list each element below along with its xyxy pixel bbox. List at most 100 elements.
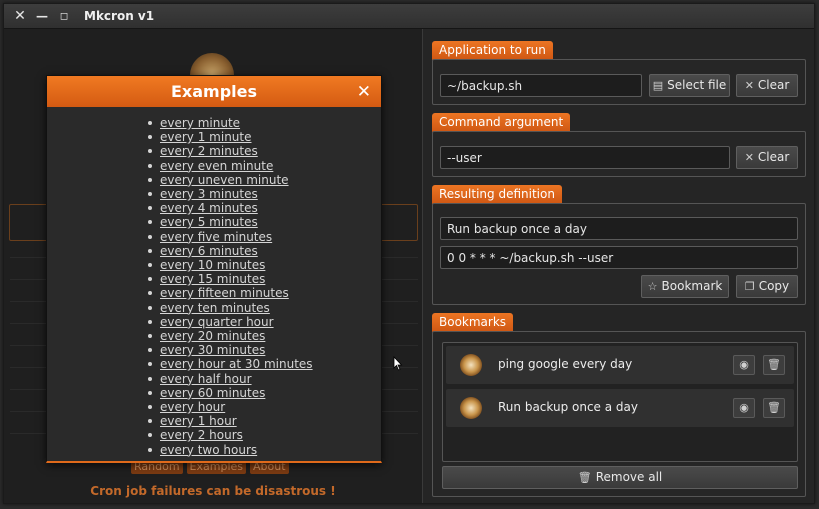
- bookmark-item[interactable]: Run backup once a day ◉ 🗑: [446, 389, 794, 427]
- example-item: every minute: [148, 116, 381, 130]
- trash-icon: 🗑: [767, 358, 781, 371]
- example-link[interactable]: every minute: [160, 116, 240, 130]
- close-icon[interactable]: ✕: [357, 82, 371, 102]
- example-item: every ten minutes: [148, 301, 381, 315]
- example-item: every 1 minute: [148, 130, 381, 144]
- copy-icon: ❐: [744, 280, 755, 293]
- window-minimize-button[interactable]: —: [32, 9, 52, 23]
- clear-label: Clear: [757, 78, 790, 92]
- clear-label: Clear: [757, 150, 790, 164]
- example-link[interactable]: every two hours: [160, 443, 257, 457]
- delete-bookmark-button[interactable]: 🗑: [763, 355, 785, 375]
- example-link[interactable]: every even minute: [160, 159, 273, 173]
- example-link[interactable]: every half hour: [160, 372, 252, 386]
- eye-icon: ◉: [739, 401, 749, 414]
- view-bookmark-button[interactable]: ◉: [733, 398, 755, 418]
- select-file-label: Select file: [667, 78, 727, 92]
- clear-application-button[interactable]: ✕ Clear: [736, 74, 798, 97]
- example-link[interactable]: every fifteen minutes: [160, 286, 289, 300]
- example-link[interactable]: every ten minutes: [160, 301, 270, 315]
- example-link[interactable]: every 2 minutes: [160, 144, 258, 158]
- dialog-header: Examples ✕: [47, 76, 381, 107]
- example-link[interactable]: every 10 minutes: [160, 258, 265, 272]
- mouse-cursor-icon: [393, 356, 403, 371]
- bookmark-label: Bookmark: [661, 279, 723, 293]
- description-field[interactable]: Run backup once a day: [440, 217, 798, 240]
- example-item: every hour at 30 minutes: [148, 357, 381, 371]
- clock-icon: [460, 354, 482, 376]
- argument-section: --user ✕ Clear: [432, 131, 806, 177]
- star-icon: ☆: [647, 280, 658, 293]
- example-item: every 5 minutes: [148, 215, 381, 229]
- example-item: every 60 minutes: [148, 386, 381, 400]
- right-pane: Application to run ~/backup.sh ▤ Select …: [423, 29, 814, 503]
- bookmarks-list: ping google every day ◉ 🗑 Run backup onc…: [442, 342, 798, 462]
- example-link[interactable]: every five minutes: [160, 230, 272, 244]
- result-section: Run backup once a day 0 0 * * * ~/backup…: [432, 203, 806, 305]
- examples-dialog: Examples ✕ every minute every 1 minute eve…: [46, 75, 382, 463]
- bookmarks-section: ping google every day ◉ 🗑 Run backup onc…: [432, 331, 806, 497]
- example-link[interactable]: every 6 minutes: [160, 244, 258, 258]
- example-link[interactable]: every 5 minutes: [160, 215, 258, 229]
- view-bookmark-button[interactable]: ◉: [733, 355, 755, 375]
- application-section: ~/backup.sh ▤ Select file ✕ Clear: [432, 59, 806, 105]
- example-item: every two hours: [148, 443, 381, 457]
- section-title-application: Application to run: [432, 41, 553, 60]
- example-link[interactable]: every 4 minutes: [160, 201, 258, 215]
- bookmark-item[interactable]: ping google every day ◉ 🗑: [446, 346, 794, 384]
- dialog-title: Examples: [170, 82, 258, 101]
- copy-button[interactable]: ❐ Copy: [736, 275, 798, 298]
- example-item: every uneven minute: [148, 173, 381, 187]
- example-item: every 10 minutes: [148, 258, 381, 272]
- trash-icon: 🗑: [767, 401, 781, 414]
- argument-field[interactable]: --user: [440, 146, 730, 169]
- window-maximize-button[interactable]: ◻: [54, 11, 74, 22]
- example-link[interactable]: every hour: [160, 400, 225, 414]
- tagline: Cron job failures can be disastrous !: [90, 484, 336, 498]
- section-title-argument: Command argument: [432, 113, 571, 132]
- example-item: every 2 hours: [148, 428, 381, 442]
- example-link[interactable]: every 15 minutes: [160, 272, 265, 286]
- example-item: every quarter hour: [148, 315, 381, 329]
- window-title: Mkcron v1: [84, 9, 155, 23]
- example-link[interactable]: every quarter hour: [160, 315, 274, 329]
- app-window: ✕ — ◻ Mkcron v1 Random Examples About Cr…: [3, 3, 815, 504]
- example-link[interactable]: every 1 hour: [160, 414, 237, 428]
- clear-argument-button[interactable]: ✕ Clear: [736, 146, 798, 169]
- section-title-bookmarks: Bookmarks: [432, 313, 514, 332]
- example-item: every 6 minutes: [148, 244, 381, 258]
- file-icon: ▤: [652, 79, 664, 92]
- examples-list: every minute every 1 minute every 2 minute…: [47, 107, 381, 457]
- delete-bookmark-button[interactable]: 🗑: [763, 398, 785, 418]
- example-link[interactable]: every hour at 30 minutes: [160, 357, 313, 371]
- definition-field[interactable]: 0 0 * * * ~/backup.sh --user: [440, 246, 798, 269]
- select-file-button[interactable]: ▤ Select file: [649, 74, 730, 97]
- eye-icon: ◉: [739, 358, 749, 371]
- example-link[interactable]: every 30 minutes: [160, 343, 265, 357]
- example-item: every 2 minutes: [148, 144, 381, 158]
- example-link[interactable]: every 20 minutes: [160, 329, 265, 343]
- example-item: every five minutes: [148, 230, 381, 244]
- example-item: every 20 minutes: [148, 329, 381, 343]
- example-link[interactable]: every 1 minute: [160, 130, 252, 144]
- copy-label: Copy: [758, 279, 790, 293]
- application-field[interactable]: ~/backup.sh: [440, 74, 642, 97]
- title-bar: ✕ — ◻ Mkcron v1: [4, 4, 814, 29]
- example-item: every 1 hour: [148, 414, 381, 428]
- window-close-button[interactable]: ✕: [10, 8, 30, 24]
- example-link[interactable]: every 2 hours: [160, 428, 243, 442]
- bookmark-button[interactable]: ☆ Bookmark: [641, 275, 729, 298]
- example-link[interactable]: every 60 minutes: [160, 386, 265, 400]
- bookmark-label: ping google every day: [498, 357, 633, 371]
- example-link[interactable]: every uneven minute: [160, 173, 289, 187]
- remove-all-button[interactable]: 🗑 Remove all: [442, 466, 798, 489]
- bookmark-label: Run backup once a day: [498, 400, 638, 414]
- close-icon: ✕: [744, 79, 754, 92]
- example-item: every hour: [148, 400, 381, 414]
- section-title-result: Resulting definition: [432, 185, 562, 204]
- example-item: every fifteen minutes: [148, 286, 381, 300]
- example-item: every 30 minutes: [148, 343, 381, 357]
- example-item: every half hour: [148, 372, 381, 386]
- close-icon: ✕: [744, 151, 754, 164]
- example-link[interactable]: every 3 minutes: [160, 187, 258, 201]
